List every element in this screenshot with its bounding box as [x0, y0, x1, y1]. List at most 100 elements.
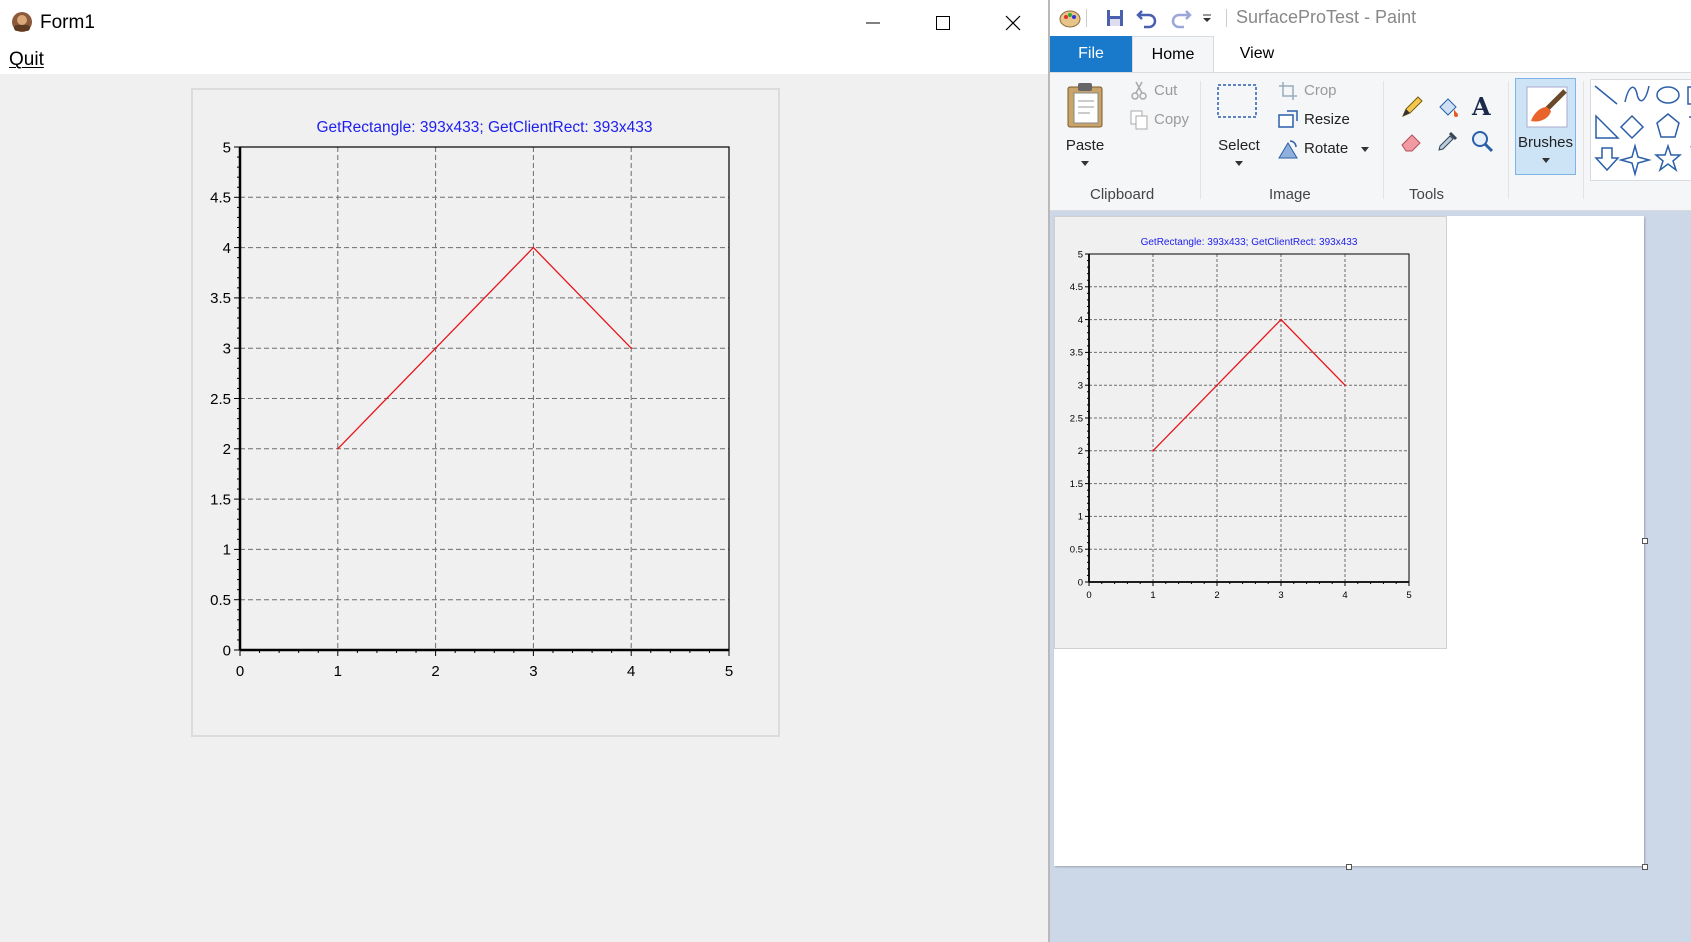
paint-app-icon[interactable]: [1058, 6, 1082, 30]
shapes-gallery[interactable]: [1590, 79, 1691, 181]
ribbon-separator: [1383, 81, 1384, 199]
paint-canvas[interactable]: GetRectangle: 393x433; GetClientRect: 39…: [1054, 216, 1648, 870]
redo-button[interactable]: [1169, 6, 1193, 30]
color-picker-tool[interactable]: [1436, 129, 1460, 153]
resize-icon: [1278, 110, 1298, 128]
tab-file[interactable]: File: [1050, 36, 1132, 72]
ribbon-separator: [1583, 81, 1584, 199]
canvas-line-chart: GetRectangle: 393x433; GetClientRect: 39…: [1070, 237, 1412, 601]
pencil-icon: [1402, 96, 1423, 117]
y-tick-label: 2: [1078, 446, 1083, 457]
paste-label: Paste: [1065, 137, 1105, 154]
select-icon: [1217, 84, 1257, 118]
tools-group-label: Tools: [1409, 186, 1445, 203]
qat-customize-button[interactable]: [1195, 6, 1219, 30]
x-tick-label: 1: [1150, 590, 1155, 601]
eraser-tool[interactable]: [1400, 129, 1424, 153]
y-tick-label: 4: [223, 240, 231, 257]
y-tick-label: 1.5: [1070, 479, 1083, 490]
x-tick-label: 0: [1086, 590, 1091, 601]
text-tool[interactable]: A: [1470, 92, 1494, 121]
chevron-down-icon: [1081, 161, 1089, 166]
chevron-down-icon: [1361, 147, 1369, 152]
resize-handle-bottom[interactable]: [1346, 864, 1352, 870]
paste-button[interactable]: Paste: [1064, 81, 1106, 173]
copy-icon: [1130, 110, 1148, 130]
close-button[interactable]: [978, 0, 1048, 46]
chart-title: GetRectangle: 393x433; GetClientRect: 39…: [316, 119, 652, 136]
clipboard-group-label: Clipboard: [1090, 186, 1155, 203]
cut-button[interactable]: Cut: [1130, 81, 1190, 103]
x-tick-label: 1: [334, 663, 342, 680]
data-point: [1152, 450, 1154, 452]
maximize-button[interactable]: [908, 0, 978, 46]
y-tick-label: 3.5: [1070, 348, 1083, 359]
y-tick-label: 5: [223, 139, 231, 156]
rotate-button[interactable]: Rotate: [1278, 139, 1378, 161]
cut-label: Cut: [1154, 82, 1178, 99]
chevron-down-icon: [1235, 161, 1243, 166]
title-separator: [1226, 9, 1227, 27]
resize-handle-right[interactable]: [1642, 538, 1648, 544]
minimize-button[interactable]: [838, 0, 908, 46]
rotate-icon: [1278, 140, 1298, 159]
image-group-label: Image: [1269, 186, 1311, 203]
x-tick-label: 5: [725, 663, 733, 680]
ribbon-separator: [1508, 81, 1509, 199]
text-icon: A: [1471, 92, 1491, 121]
line-chart: GetRectangle: 393x433; GetClientRect: 39…: [210, 119, 733, 680]
maximize-icon: [936, 16, 950, 30]
x-tick-label: 2: [431, 663, 439, 680]
ribbon-tabs: File Home View: [1050, 36, 1691, 73]
y-tick-label: 2.5: [210, 391, 231, 408]
data-point: [1344, 384, 1346, 386]
pencil-tool[interactable]: [1400, 95, 1424, 119]
crop-icon: [1279, 82, 1297, 100]
undo-button[interactable]: [1135, 6, 1159, 30]
paint-bucket-icon: [1439, 98, 1458, 117]
x-tick-label: 0: [236, 663, 244, 680]
save-button[interactable]: [1103, 6, 1127, 30]
paint-title-bar: SurfaceProTest - Paint: [1050, 0, 1691, 36]
resize-handle-corner[interactable]: [1642, 864, 1648, 870]
data-point: [630, 347, 632, 350]
fill-tool[interactable]: [1436, 95, 1460, 119]
pasted-screenshot: GetRectangle: 393x433; GetClientRect: 39…: [1054, 216, 1447, 649]
save-icon: [1107, 10, 1123, 26]
chart-title: GetRectangle: 393x433; GetClientRect: 39…: [1141, 237, 1358, 248]
y-tick-label: 1: [223, 542, 231, 559]
clipboard-icon: [1067, 83, 1103, 128]
y-tick-label: 4: [1078, 315, 1083, 326]
tab-home[interactable]: Home: [1132, 36, 1214, 72]
crop-label: Crop: [1304, 82, 1337, 99]
rotate-label: Rotate: [1304, 140, 1349, 157]
shapes-icon: [1594, 85, 1691, 177]
x-tick-label: 2: [1214, 590, 1219, 601]
y-tick-label: 1: [1078, 512, 1083, 523]
select-button[interactable]: Select: [1214, 81, 1264, 173]
y-tick-label: 3: [223, 340, 231, 357]
ribbon-separator: [1200, 81, 1201, 199]
y-tick-label: 0: [1078, 577, 1083, 588]
x-tick-label: 4: [1342, 590, 1347, 601]
minimize-icon: [866, 22, 880, 24]
eyedropper-icon: [1438, 131, 1458, 151]
brushes-button[interactable]: Brushes: [1515, 78, 1576, 175]
palette-icon: [1059, 10, 1081, 28]
app-icon: [12, 12, 32, 32]
tab-view[interactable]: View: [1222, 36, 1292, 72]
form1-window: Form1 Quit GetRectangle: 393x433; GetCli…: [0, 0, 1048, 942]
paint-window: SurfaceProTest - Paint File Home View Pa…: [1050, 0, 1691, 942]
y-tick-label: 1.5: [210, 491, 231, 508]
ribbon: Paste Cut Copy Clipboard Select Crop Res…: [1050, 73, 1691, 211]
eraser-icon: [1401, 134, 1421, 152]
resize-button[interactable]: Resize: [1278, 110, 1368, 132]
magnifier-tool[interactable]: [1470, 129, 1494, 153]
y-tick-label: 4.5: [1070, 282, 1083, 293]
menu-quit[interactable]: Quit: [9, 49, 44, 71]
data-point: [532, 246, 535, 249]
y-tick-label: 4.5: [210, 190, 231, 207]
crop-button[interactable]: Crop: [1278, 81, 1358, 103]
copy-button[interactable]: Copy: [1130, 110, 1200, 132]
paint-title: SurfaceProTest - Paint: [1236, 7, 1417, 27]
